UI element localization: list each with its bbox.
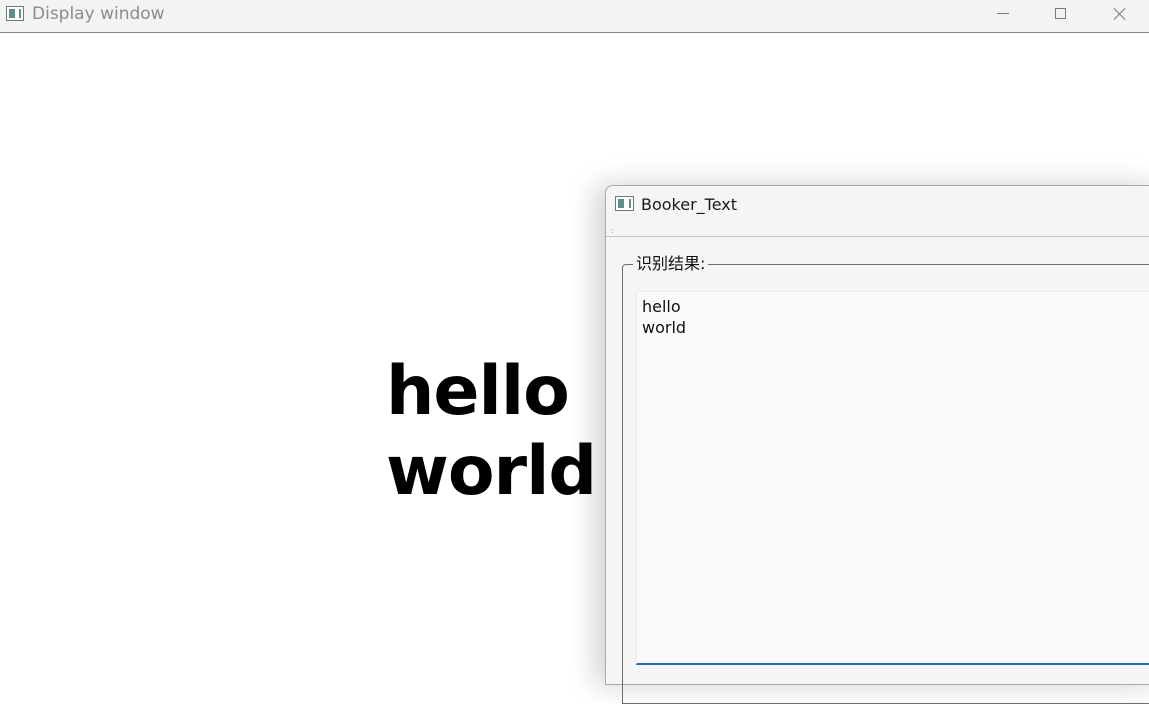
- window-title: Display window: [32, 4, 165, 24]
- displayed-image-text: hello world: [386, 352, 597, 511]
- app-window-icon: [6, 6, 24, 21]
- menu-grip-icon[interactable]: :: [611, 226, 614, 235]
- maximize-icon: [1055, 8, 1066, 19]
- menu-bar[interactable]: :: [606, 223, 1149, 237]
- booker-app-icon: [615, 196, 634, 211]
- result-text-area[interactable]: hello world: [636, 291, 1149, 665]
- group-label: 识别结果:: [633, 254, 709, 274]
- minimize-button[interactable]: [974, 0, 1032, 30]
- display-window-titlebar[interactable]: Display window: [0, 0, 1149, 33]
- booker-text-window: Booker_Text : 识别结果: hello world: [605, 185, 1149, 704]
- recognition-result-group: 识别结果: hello world: [622, 254, 1149, 704]
- close-button[interactable]: [1091, 0, 1149, 30]
- close-icon: [1113, 7, 1127, 21]
- maximize-button[interactable]: [1032, 0, 1090, 30]
- booker-window-title: Booker_Text: [641, 195, 738, 214]
- minimize-icon: [997, 13, 1009, 14]
- booker-titlebar[interactable]: Booker_Text: [606, 186, 1149, 222]
